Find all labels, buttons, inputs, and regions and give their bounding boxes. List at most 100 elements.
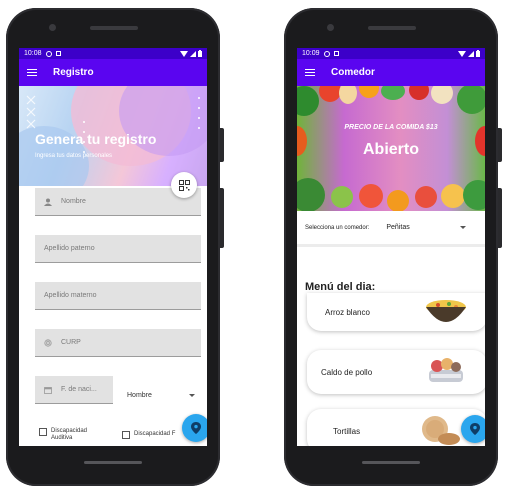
registro-form bbox=[19, 186, 207, 446]
status-bar: 10:09 bbox=[297, 48, 485, 59]
menu-icon[interactable] bbox=[27, 68, 37, 77]
banner-title: Genera tu registro bbox=[35, 131, 157, 147]
gender-select[interactable]: Hombre bbox=[127, 386, 203, 404]
checkbox-box[interactable] bbox=[122, 431, 130, 439]
menu-item-label: Caldo de pollo bbox=[321, 367, 373, 377]
qr-code-icon bbox=[178, 179, 190, 191]
checkbox-box[interactable] bbox=[39, 428, 47, 436]
front-camera bbox=[327, 24, 334, 31]
food-illustration bbox=[359, 184, 383, 208]
volume-button bbox=[498, 128, 502, 162]
curp-placeholder: CURP bbox=[61, 339, 81, 346]
tortillas-image bbox=[422, 416, 460, 445]
menu-item-label: Arroz blanco bbox=[325, 307, 370, 317]
checkbox-label: Discapacidad F bbox=[134, 431, 176, 437]
earpiece-speaker bbox=[368, 26, 416, 30]
notification-icon bbox=[323, 50, 330, 57]
battery-icon bbox=[198, 50, 202, 57]
food-illustration bbox=[297, 178, 325, 211]
menu-heading: Menú del dia: bbox=[305, 281, 376, 293]
notification-icon bbox=[55, 51, 61, 56]
comedor-banner: PRECIO DE LA COMIDA $13 Abierto bbox=[297, 86, 485, 211]
app-bar-title: Comedor bbox=[331, 67, 375, 78]
calendar-icon bbox=[44, 386, 52, 394]
food-illustration bbox=[457, 86, 485, 114]
registro-banner: Genera tu registro Ingresa tus datos per… bbox=[19, 86, 207, 186]
food-illustration bbox=[409, 86, 429, 100]
apellido-paterno-placeholder: Apellido paterno bbox=[44, 245, 95, 252]
signal-icon bbox=[190, 50, 196, 57]
menu-item-card[interactable]: Arroz blanco bbox=[307, 293, 485, 331]
menu-item-card[interactable]: Caldo de pollo bbox=[307, 350, 485, 394]
menu-item-card[interactable]: Tortillas bbox=[307, 409, 485, 446]
food-illustration bbox=[431, 86, 453, 104]
apellido-materno-placeholder: Apellido materno bbox=[44, 292, 97, 299]
notification-icon bbox=[333, 51, 339, 56]
status-time: 10:09 bbox=[302, 50, 320, 57]
earpiece-speaker bbox=[90, 26, 138, 30]
status-bar: 10:08 bbox=[19, 48, 207, 59]
fecha-nacimiento-field[interactable]: F. de naci... bbox=[35, 376, 113, 404]
food-illustration bbox=[331, 186, 353, 208]
banner-pattern bbox=[198, 97, 200, 129]
curp-field[interactable]: CURP bbox=[35, 329, 201, 357]
fecha-placeholder: F. de naci... bbox=[61, 386, 97, 393]
menu-item-label: Tortillas bbox=[333, 426, 361, 436]
meal-price: PRECIO DE LA COMIDA $13 bbox=[344, 124, 438, 131]
food-illustration bbox=[463, 180, 485, 210]
comedor-status: Abierto bbox=[363, 141, 419, 158]
comedor-selector[interactable]: Selecciona un comedor: Peñitas bbox=[297, 211, 485, 247]
home-indicator bbox=[84, 461, 142, 464]
gender-value: Hombre bbox=[127, 391, 152, 399]
checkbox-label-line2: Auditiva bbox=[51, 435, 73, 441]
app-bar-title: Registro bbox=[53, 67, 94, 78]
location-fab[interactable] bbox=[461, 415, 485, 443]
discapacidad-auditiva-checkbox[interactable]: Discapacidad Auditiva bbox=[39, 428, 87, 442]
menu-icon[interactable] bbox=[305, 68, 315, 77]
banner-subtitle: Ingresa tus datos personales bbox=[35, 153, 113, 159]
wifi-icon bbox=[458, 50, 466, 57]
app-bar: Comedor bbox=[297, 59, 485, 86]
location-pin-icon bbox=[191, 422, 201, 434]
signal-icon bbox=[468, 50, 474, 57]
checkbox-label-line1: Discapacidad bbox=[51, 428, 88, 434]
front-camera bbox=[49, 24, 56, 31]
food-illustration bbox=[339, 86, 357, 104]
fingerprint-icon bbox=[44, 338, 52, 347]
food-illustration bbox=[381, 86, 405, 100]
food-illustration bbox=[359, 86, 379, 98]
battery-icon bbox=[476, 50, 480, 57]
location-pin-icon bbox=[470, 423, 480, 435]
phone-frame-registro: 10:08 Registro Genera tu registro Ingres… bbox=[6, 8, 224, 486]
selector-label: Selecciona un comedor: bbox=[305, 224, 370, 231]
banner-pattern bbox=[26, 95, 36, 129]
home-indicator bbox=[362, 461, 420, 464]
power-button bbox=[498, 188, 502, 248]
phone-frame-comedor: 10:09 Comedor PRECIO DE LA COMIDA $13 Ab… bbox=[284, 8, 502, 486]
nombre-placeholder: Nombre bbox=[61, 198, 86, 205]
registro-screen: 10:08 Registro Genera tu registro Ingres… bbox=[19, 48, 207, 446]
comedor-screen: 10:09 Comedor PRECIO DE LA COMIDA $13 Ab… bbox=[297, 48, 485, 446]
food-illustration bbox=[441, 184, 465, 208]
soup-image bbox=[429, 358, 463, 382]
food-illustration bbox=[415, 186, 437, 208]
volume-button bbox=[220, 128, 224, 162]
chevron-down-icon bbox=[460, 226, 466, 229]
status-time: 10:08 bbox=[24, 50, 42, 57]
notification-icon bbox=[45, 50, 52, 57]
apellido-paterno-field[interactable]: Apellido paterno bbox=[35, 235, 201, 263]
food-illustration bbox=[297, 86, 319, 116]
power-button bbox=[220, 188, 224, 248]
food-illustration bbox=[387, 190, 409, 211]
wifi-icon bbox=[180, 50, 188, 57]
person-icon bbox=[44, 198, 52, 206]
discapacidad-checkbox[interactable]: Discapacidad F bbox=[122, 431, 175, 439]
location-fab[interactable] bbox=[182, 414, 207, 442]
qr-scan-button[interactable] bbox=[171, 172, 197, 198]
app-bar: Registro bbox=[19, 59, 207, 86]
food-illustration bbox=[319, 86, 341, 102]
rice-bowl-image bbox=[426, 300, 466, 322]
apellido-materno-field[interactable]: Apellido materno bbox=[35, 282, 201, 310]
chevron-down-icon bbox=[189, 393, 195, 397]
selector-value: Peñitas bbox=[386, 224, 410, 231]
